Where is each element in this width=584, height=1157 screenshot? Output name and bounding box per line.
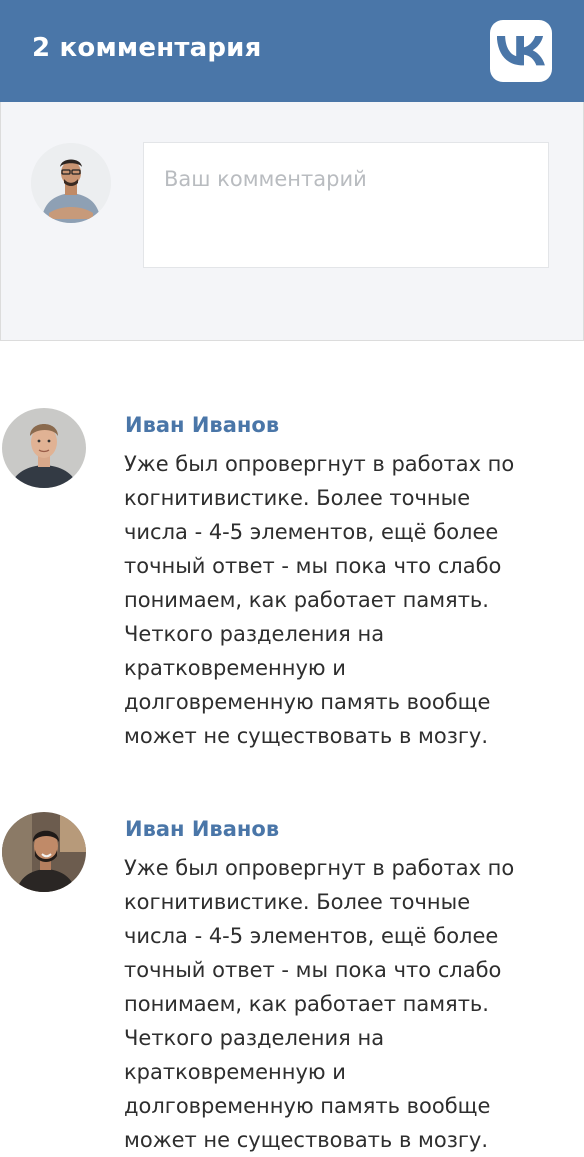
comment-text: Уже был опровергнут в работах по когнити…: [124, 447, 564, 753]
comment-line: может не существовать в мозгу.: [124, 724, 489, 748]
comment-input[interactable]: [144, 143, 548, 267]
comment-line: кратковременную и: [124, 1060, 346, 1084]
current-user-avatar: [31, 143, 111, 223]
comment-line: кратковременную и: [124, 656, 346, 680]
comment-line: долговременную память вообще: [124, 690, 491, 714]
comment-line: Четкого разделения на: [124, 1026, 385, 1050]
comment-line: числа - 4-5 элементов, ещё более: [124, 520, 499, 544]
comments-count-title: 2 комментария: [32, 33, 262, 63]
comment-line: может не существовать в мозгу.: [124, 1128, 489, 1152]
comment-line: точный ответ - мы пока что слабо: [124, 554, 502, 578]
comment-line: Уже был опровергнут в работах по: [124, 452, 515, 476]
comment-line: Четкого разделения на: [124, 622, 385, 646]
comment-input-box[interactable]: [143, 142, 549, 268]
vk-logo-icon[interactable]: [490, 20, 552, 82]
comment-line: понимаем, как работает память.: [124, 588, 489, 612]
comments-header: 2 комментария: [0, 0, 584, 102]
author-avatar[interactable]: [2, 408, 86, 488]
comment-line: понимаем, как работает память.: [124, 992, 489, 1016]
comment-line: Уже был опровергнут в работах по: [124, 856, 515, 880]
comment-line: когнитивистике. Более точные: [124, 890, 471, 914]
comment-line: долговременную память вообще: [124, 1094, 491, 1118]
comment-line: точный ответ - мы пока что слабо: [124, 958, 502, 982]
comment-text: Уже был опровергнут в работах по когнити…: [124, 851, 564, 1157]
comment-line: числа - 4-5 элементов, ещё более: [124, 924, 499, 948]
comment-line: когнитивистике. Более точные: [124, 486, 471, 510]
comment-author[interactable]: Иван Иванов: [125, 817, 279, 841]
comment-compose-panel: [0, 102, 584, 341]
author-avatar[interactable]: [2, 812, 86, 892]
comment-author[interactable]: Иван Иванов: [125, 413, 279, 437]
